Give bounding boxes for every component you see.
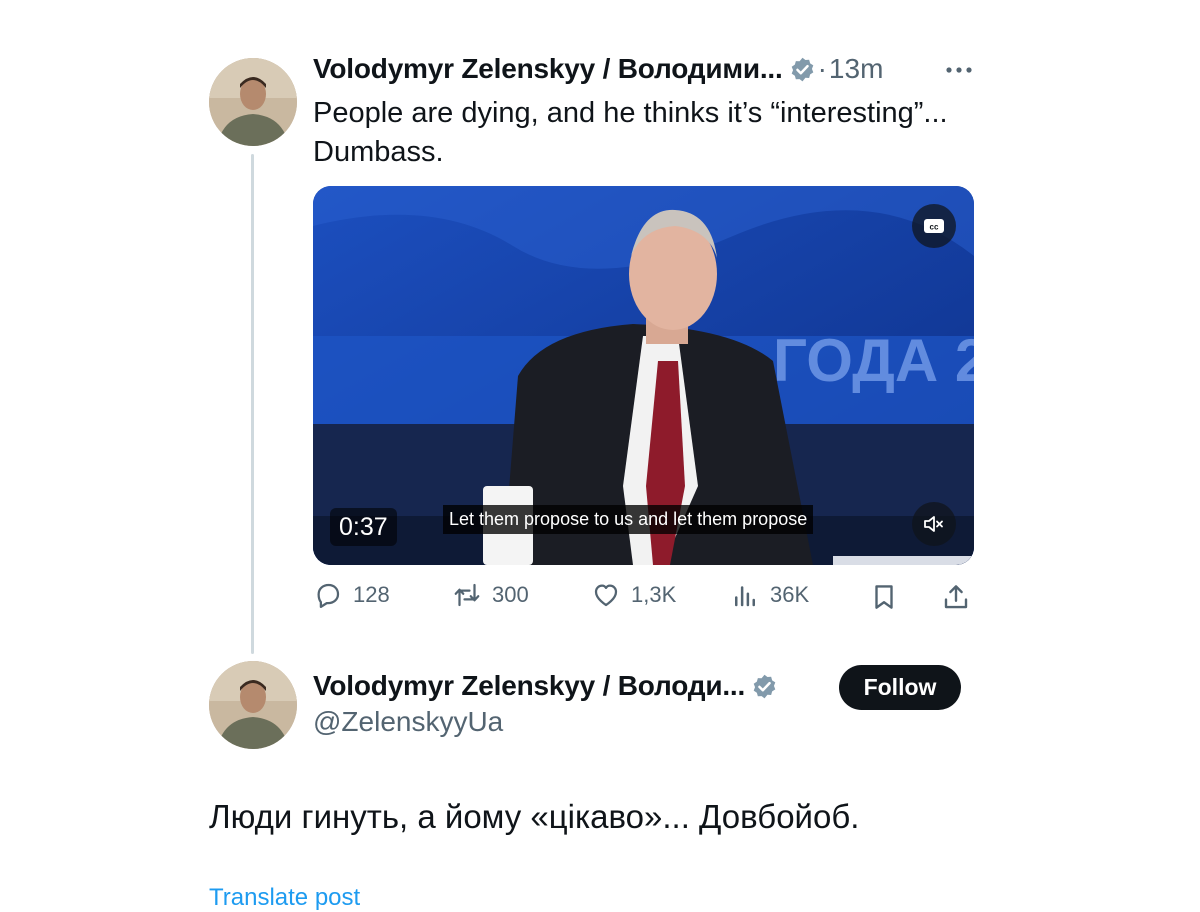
reply-button[interactable]: 128 (313, 580, 390, 610)
like-button[interactable]: 1,3K (591, 580, 676, 610)
header-separator: · (817, 53, 827, 84)
repost-count: 300 (492, 582, 529, 607)
thread-connector-line (251, 154, 254, 654)
like-count: 1,3K (631, 582, 677, 607)
reply-count: 128 (353, 582, 390, 607)
video-duration-badge: 0:37 (330, 508, 397, 546)
quoted-post-header: Volodymyr Zelenskyy / Володи... (313, 670, 778, 702)
more-icon[interactable] (944, 58, 974, 82)
tweet-text: People are dying, and he thinks it’s “in… (313, 97, 948, 168)
quoted-author-display-name[interactable]: Volodymyr Zelenskyy / Володи... (313, 670, 745, 702)
author-display-name[interactable]: Volodymyr Zelenskyy / Володими... (313, 53, 783, 85)
views-button[interactable]: 36K (730, 580, 809, 610)
repost-button[interactable]: 300 (452, 580, 529, 610)
verified-badge-icon[interactable] (789, 56, 816, 83)
view-count: 36K (770, 582, 810, 607)
tweet-timestamp[interactable]: 13m (829, 53, 883, 85)
share-icon[interactable] (941, 582, 971, 612)
quoted-author-handle[interactable]: @ZelenskyyUa (313, 706, 503, 738)
mute-toggle-button[interactable] (912, 502, 956, 546)
translate-post-link[interactable]: Translate post (209, 884, 360, 912)
volume-muted-icon (924, 516, 943, 532)
video-subtitle: Let them propose to us and let them prop… (443, 505, 814, 534)
reply-icon (317, 583, 340, 608)
avatar-portrait (209, 661, 297, 749)
views-icon (735, 586, 755, 607)
quoted-author-avatar[interactable] (209, 661, 297, 749)
tweet-header: Volodymyr Zelenskyy / Володими... · 13m (313, 53, 883, 85)
closed-captions-icon: cc (924, 219, 944, 233)
post-text: Люди гинуть, а йому «цікаво»... Довбойоб… (209, 798, 860, 835)
follow-button[interactable]: Follow (839, 665, 961, 710)
author-avatar[interactable] (209, 58, 297, 146)
heart-icon (594, 584, 618, 607)
svg-text:cc: cc (930, 223, 939, 232)
repost-icon (454, 583, 480, 607)
avatar-portrait (209, 58, 297, 146)
closed-captions-button[interactable]: cc (912, 204, 956, 248)
background-banner-text: ГОДА 2 (773, 327, 974, 394)
verified-badge-icon[interactable] (751, 673, 778, 700)
bookmark-icon[interactable] (869, 582, 899, 612)
